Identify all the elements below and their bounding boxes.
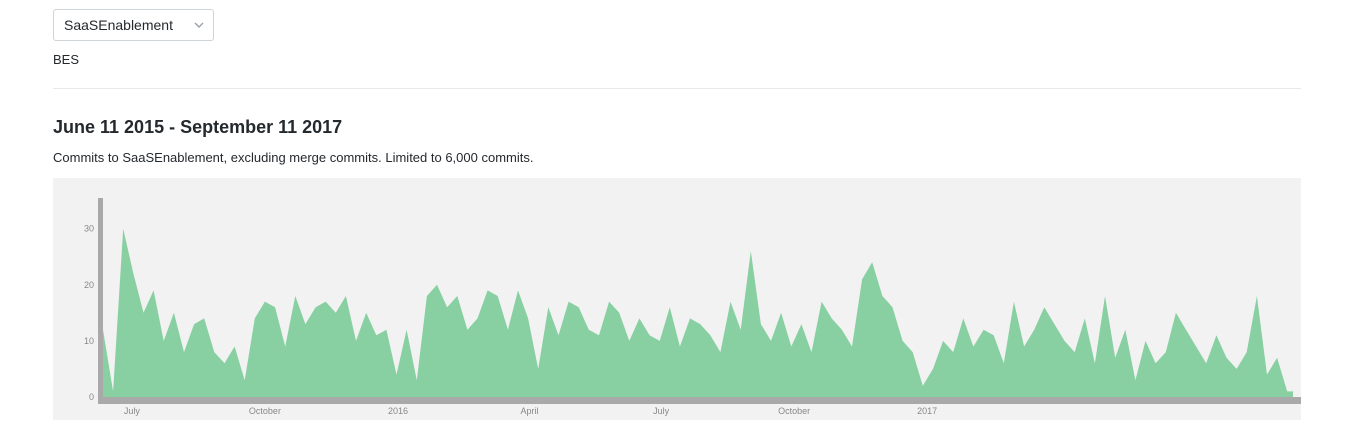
divider: [53, 88, 1301, 89]
y-tick-label: 30: [84, 224, 94, 234]
y-tick-label: 0: [89, 392, 94, 402]
chevron-down-icon: [194, 22, 204, 28]
y-tick-label: 10: [84, 336, 94, 346]
date-range-title: June 11 2015 - September 11 2017: [53, 117, 343, 137]
x-tick-label: April: [521, 406, 539, 416]
y-tick-label: 20: [84, 280, 94, 290]
x-tick-label: July: [653, 406, 670, 416]
repo-select-value: SaaSEnablement: [64, 17, 173, 33]
x-tick-label: July: [124, 406, 141, 416]
x-tick-label: October: [778, 406, 810, 416]
org-label: BES: [53, 52, 80, 67]
repo-select[interactable]: SaaSEnablement: [53, 9, 214, 41]
chart-panel: 0 10 20 30 July October 2016 April July October 2…: [53, 178, 1301, 420]
commits-area-series: [103, 228, 1293, 397]
chart-description: Commits to SaaSEnablement, excluding mer…: [53, 150, 534, 165]
y-axis-line: [98, 198, 103, 404]
area-layer: [103, 228, 1293, 397]
x-axis-line: [98, 397, 1301, 404]
x-tick-label: 2016: [388, 406, 408, 416]
commit-area-chart: 0 10 20 30 July October 2016 April July October 2…: [84, 198, 1301, 416]
x-tick-label: October: [249, 406, 281, 416]
x-tick-label: 2017: [917, 406, 937, 416]
y-tick-layer: 0 10 20 30: [84, 224, 94, 402]
x-tick-layer: July October 2016 April July October 2017: [124, 406, 937, 416]
